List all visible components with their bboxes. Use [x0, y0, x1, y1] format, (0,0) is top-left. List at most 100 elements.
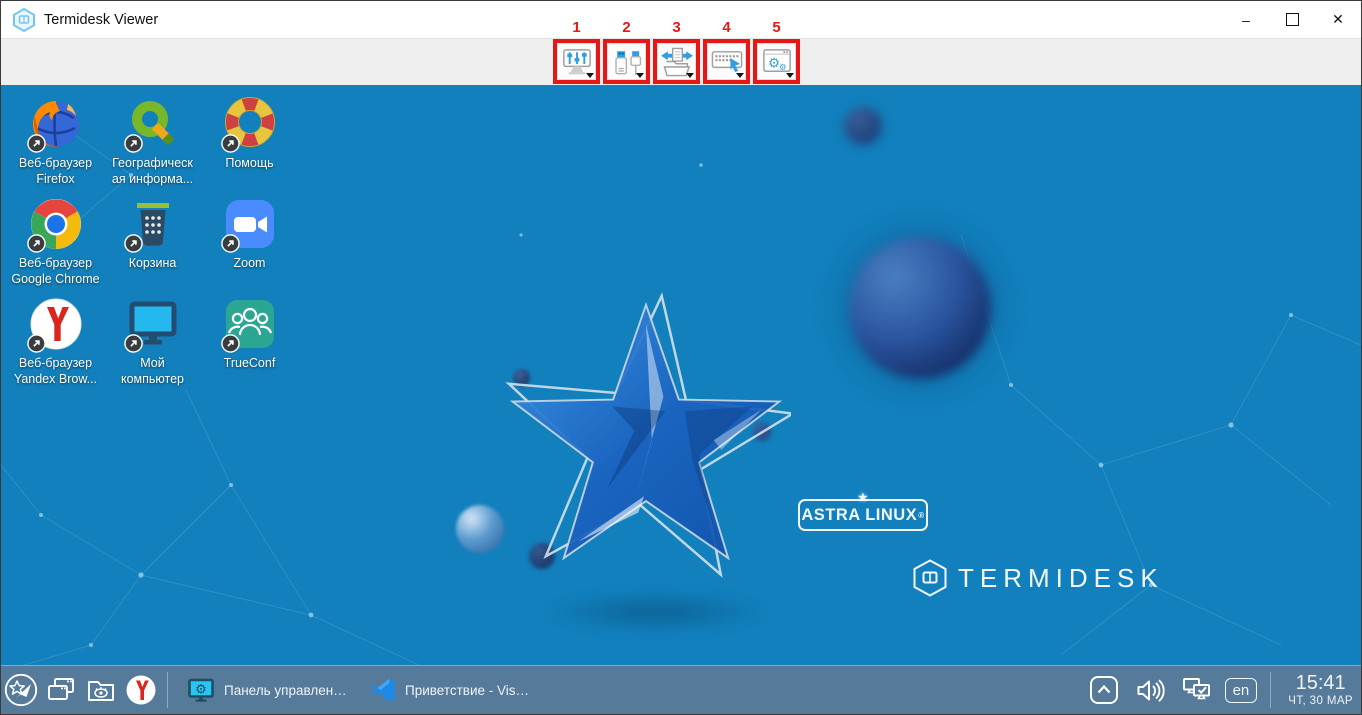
sphere-decoration	[844, 107, 882, 145]
display-settings-button[interactable]	[557, 43, 596, 80]
desktop-icon-label: Веб-браузерFirefox	[19, 155, 92, 187]
task-label: Панель управлен…	[224, 683, 347, 698]
desktop-icon-chrome[interactable]: Веб-браузерGoogle Chrome	[7, 196, 104, 296]
language-indicator[interactable]: en	[1225, 678, 1258, 703]
termidesk-app-icon	[13, 8, 35, 32]
desktop-icon-label: Корзина	[129, 255, 177, 271]
system-tray: en 15:41 ЧТ, 30 МАР	[1084, 670, 1361, 710]
astra-star-icon: ★	[858, 491, 868, 504]
yandex-browser-taskbar-button[interactable]	[121, 670, 161, 710]
start-menu-button[interactable]	[1, 670, 41, 710]
shortcut-arrow-badge	[124, 234, 143, 253]
window-switcher-button[interactable]	[41, 670, 81, 710]
sphere-decoration	[456, 505, 504, 553]
annotation-box-2	[603, 39, 650, 84]
toolbar-annotations: 1	[553, 18, 800, 84]
svg-text:⚙: ⚙	[778, 61, 786, 71]
minimize-button[interactable]: –	[1223, 1, 1269, 38]
keyboard-input-icon	[710, 47, 744, 77]
close-icon: ✕	[1332, 11, 1344, 28]
minimize-icon: –	[1242, 12, 1250, 28]
tray-separator	[1270, 672, 1271, 708]
taskbar-separator	[167, 672, 168, 708]
file-transfer-icon	[660, 47, 694, 77]
shortcut-arrow-badge	[221, 334, 240, 353]
shortcut-arrow-badge	[27, 134, 46, 153]
desktop-icon-label: Помощь	[225, 155, 273, 171]
vscode-icon	[370, 677, 396, 703]
clock-time: 15:41	[1296, 673, 1346, 694]
task-control-panel[interactable]: ⚙ Панель управлен…	[188, 678, 356, 703]
task-vscode[interactable]: Приветствие - Vis…	[370, 677, 538, 703]
dropdown-arrow-icon[interactable]	[786, 73, 794, 78]
clock-date: ЧТ, 30 МАР	[1288, 695, 1353, 707]
close-button[interactable]: ✕	[1315, 1, 1361, 38]
shortcut-arrow-badge	[124, 134, 143, 153]
annotation-number-4: 4	[722, 18, 730, 39]
annotation-number-2: 2	[622, 18, 630, 39]
folder-eye-icon	[86, 676, 116, 704]
desktop-icon-label: Мойкомпьютер	[121, 355, 184, 387]
desktop-icon-zoom[interactable]: Zoom	[201, 196, 298, 296]
shortcut-arrow-badge	[27, 234, 46, 253]
dropdown-arrow-icon[interactable]	[686, 73, 694, 78]
astra-fly-start-icon	[4, 673, 38, 707]
sphere-decoration	[849, 237, 991, 379]
volume-button[interactable]	[1131, 670, 1171, 710]
desktop-icon-label: TrueConf	[224, 355, 276, 371]
desktop-icon-my-computer[interactable]: Мойкомпьютер	[104, 296, 201, 396]
astra-star-artwork	[501, 285, 791, 605]
desktop-icon-qgis[interactable]: Географическая информа...	[104, 96, 201, 196]
task-label: Приветствие - Vis…	[405, 683, 529, 698]
maximize-button[interactable]	[1269, 1, 1315, 38]
speaker-icon	[1136, 677, 1165, 704]
annotation-box-1	[553, 39, 600, 84]
keyboard-input-button[interactable]	[707, 43, 746, 80]
svg-text:⚙: ⚙	[195, 681, 207, 696]
usb-redirect-icon	[610, 47, 644, 77]
shortcut-arrow-badge	[221, 234, 240, 253]
remote-desktop-area[interactable]: Веб-браузерFirefox	[1, 85, 1361, 666]
desktop-icon-firefox[interactable]: Веб-браузерFirefox	[7, 96, 104, 196]
tray-expand-button[interactable]	[1084, 670, 1124, 710]
dropdown-arrow-icon[interactable]	[586, 73, 594, 78]
desktop-icon-grid: Веб-браузерFirefox	[7, 96, 298, 396]
astra-linux-logo: ★ ASTRA LINUX®	[798, 499, 928, 531]
shortcut-arrow-badge	[124, 334, 143, 353]
annotation-box-3	[653, 39, 700, 84]
desktop-icon-label: Веб-браузерGoogle Chrome	[11, 255, 99, 287]
annotation-box-4	[703, 39, 750, 84]
display-settings-icon	[560, 47, 594, 77]
yandex-browser-icon	[125, 674, 157, 706]
desktop-icon-label: Географическая информа...	[112, 155, 193, 187]
dropdown-arrow-icon[interactable]	[636, 73, 644, 78]
dropdown-arrow-icon[interactable]	[736, 73, 744, 78]
desktop-icon-label: Zoom	[234, 255, 266, 271]
annotation-number-1: 1	[572, 18, 580, 39]
windows-overlap-icon	[46, 676, 76, 704]
maximize-icon	[1286, 13, 1299, 26]
file-transfer-button[interactable]	[657, 43, 696, 80]
termidesk-viewer-window: Termidesk Viewer – ✕ 1	[0, 0, 1362, 715]
annotation-number-3: 3	[672, 18, 680, 39]
termidesk-logo: TERMIDESK	[913, 559, 1164, 597]
window-title: Termidesk Viewer	[44, 12, 158, 28]
chevron-up-icon	[1089, 675, 1119, 705]
annotation-box-5: ⚙ ⚙	[753, 39, 800, 84]
desktop-icon-trueconf[interactable]: TrueConf	[201, 296, 298, 396]
session-settings-icon: ⚙ ⚙	[760, 47, 794, 77]
file-manager-button[interactable]	[81, 670, 121, 710]
shortcut-arrow-badge	[27, 334, 46, 353]
annotation-number-5: 5	[772, 18, 780, 39]
desktop-icon-trash[interactable]: Корзина	[104, 196, 201, 296]
shortcut-arrow-badge	[221, 134, 240, 153]
clock[interactable]: 15:41 ЧТ, 30 МАР	[1288, 673, 1353, 707]
taskbar: ⚙ Панель управлен… Приветствие - Vis…	[1, 665, 1361, 714]
network-status-button[interactable]	[1178, 670, 1218, 710]
desktop-icon-label: Веб-браузерYandex Brow...	[14, 355, 97, 387]
desktop-icon-help[interactable]: Помощь	[201, 96, 298, 196]
network-monitors-check-icon	[1182, 676, 1214, 704]
usb-redirect-button[interactable]	[607, 43, 646, 80]
desktop-icon-yandex[interactable]: Веб-браузерYandex Brow...	[7, 296, 104, 396]
session-settings-button[interactable]: ⚙ ⚙	[757, 43, 796, 80]
